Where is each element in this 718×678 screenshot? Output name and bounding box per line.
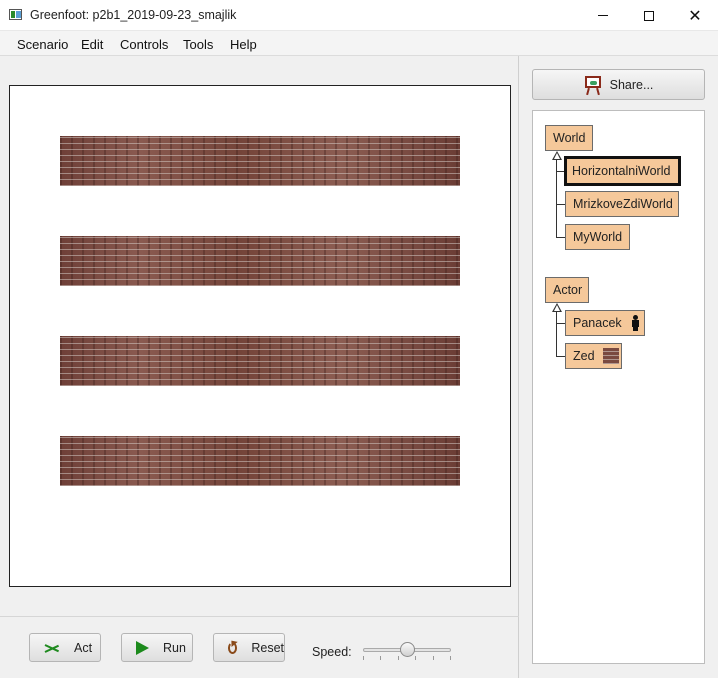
brick-wall-actor[interactable] [60,336,460,386]
class-horizontalni-world[interactable]: HorizontalniWorld [564,156,681,186]
menu-help[interactable]: Help [230,37,257,52]
class-panacek[interactable]: Panacek [565,310,645,336]
maximize-button[interactable] [626,0,672,31]
window-title: Greenfoot: p2b1_2019-09-23_smajlik [30,8,237,22]
menu-edit[interactable]: Edit [81,37,103,52]
maximize-icon [644,10,654,21]
greenfoot-app-icon [9,9,22,20]
menu-bar: Scenario Edit Controls Tools Help [0,31,718,56]
run-button[interactable]: Run [121,633,193,662]
class-world[interactable]: World [545,125,593,151]
reset-label: Reset [251,640,284,655]
brick-wall-actor[interactable] [60,236,460,286]
reset-icon [228,641,238,654]
act-label: Act [74,640,93,655]
inheritance-arrow-icon [552,303,562,312]
play-icon [136,640,149,655]
class-panacek-label: Panacek [573,316,622,330]
act-icon [44,641,60,655]
share-label: Share... [609,77,654,92]
class-mrizkove-zdi-world[interactable]: MrizkoveZdiWorld [565,191,679,217]
brick-wall-actor[interactable] [60,136,460,186]
minimize-button[interactable] [580,0,626,31]
menu-tools[interactable]: Tools [183,37,213,52]
speed-label: Speed: [312,645,352,659]
class-my-world[interactable]: MyWorld [565,224,630,250]
menu-controls[interactable]: Controls [120,37,168,52]
act-button[interactable]: Act [29,633,101,662]
brick-wall-icon [602,348,619,364]
class-zed-label: Zed [573,349,595,363]
close-button[interactable]: ✕ [672,0,718,31]
reset-button[interactable]: Reset [213,633,285,662]
minimize-icon [598,15,608,16]
inheritance-arrow-icon [552,151,562,160]
share-button[interactable]: Share... [532,69,705,100]
run-label: Run [163,640,186,655]
title-bar: Greenfoot: p2b1_2019-09-23_smajlik ✕ [0,0,718,31]
world-view[interactable] [9,85,511,587]
class-actor[interactable]: Actor [545,277,589,303]
class-zed[interactable]: Zed [565,343,622,369]
brick-wall-actor[interactable] [60,436,460,486]
easel-icon [584,75,602,95]
close-icon: ✕ [688,7,702,25]
menu-scenario[interactable]: Scenario [17,37,68,52]
speed-slider-thumb[interactable] [399,642,415,657]
person-icon [630,315,640,331]
